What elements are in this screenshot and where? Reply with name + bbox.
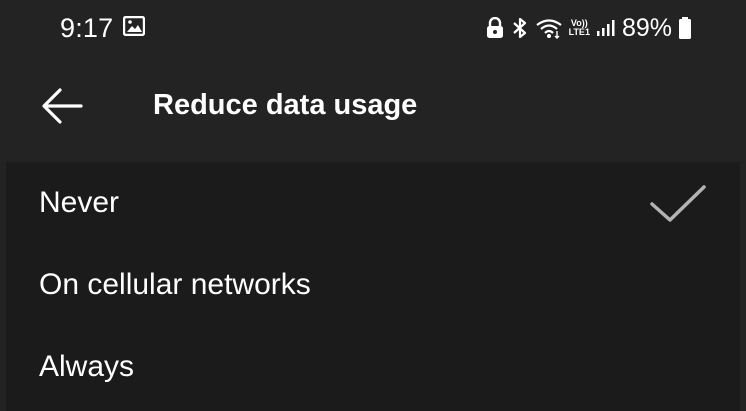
volte-icon: Vo)) LTE1 (569, 19, 590, 37)
option-label: Always (39, 350, 135, 383)
battery-icon (678, 16, 692, 40)
options-list: Never On cellular networks Always (6, 162, 740, 411)
option-never[interactable]: Never (6, 162, 740, 244)
back-button[interactable] (34, 80, 90, 132)
arrow-left-icon (42, 88, 83, 124)
option-always[interactable]: Always (6, 326, 740, 408)
status-bar: 9:17 Vo)) LTE1 89% (0, 0, 746, 56)
battery-percent: 89% (621, 14, 672, 42)
option-on-cellular-networks[interactable]: On cellular networks (6, 244, 740, 326)
option-label: On cellular networks (39, 268, 311, 301)
signal-icon (596, 18, 616, 38)
status-icons: Vo)) LTE1 89% (479, 12, 692, 44)
volte-label-bottom: LTE1 (568, 27, 590, 37)
bluetooth-icon (511, 16, 529, 40)
wifi-icon (535, 17, 563, 39)
lock-icon (485, 17, 505, 39)
gallery-icon (123, 16, 145, 36)
app-bar: Reduce data usage (0, 56, 746, 160)
checkmark-icon (650, 185, 706, 222)
status-time: 9:17 (60, 13, 114, 43)
option-label: Never (39, 186, 120, 219)
page-title: Reduce data usage (153, 89, 418, 121)
